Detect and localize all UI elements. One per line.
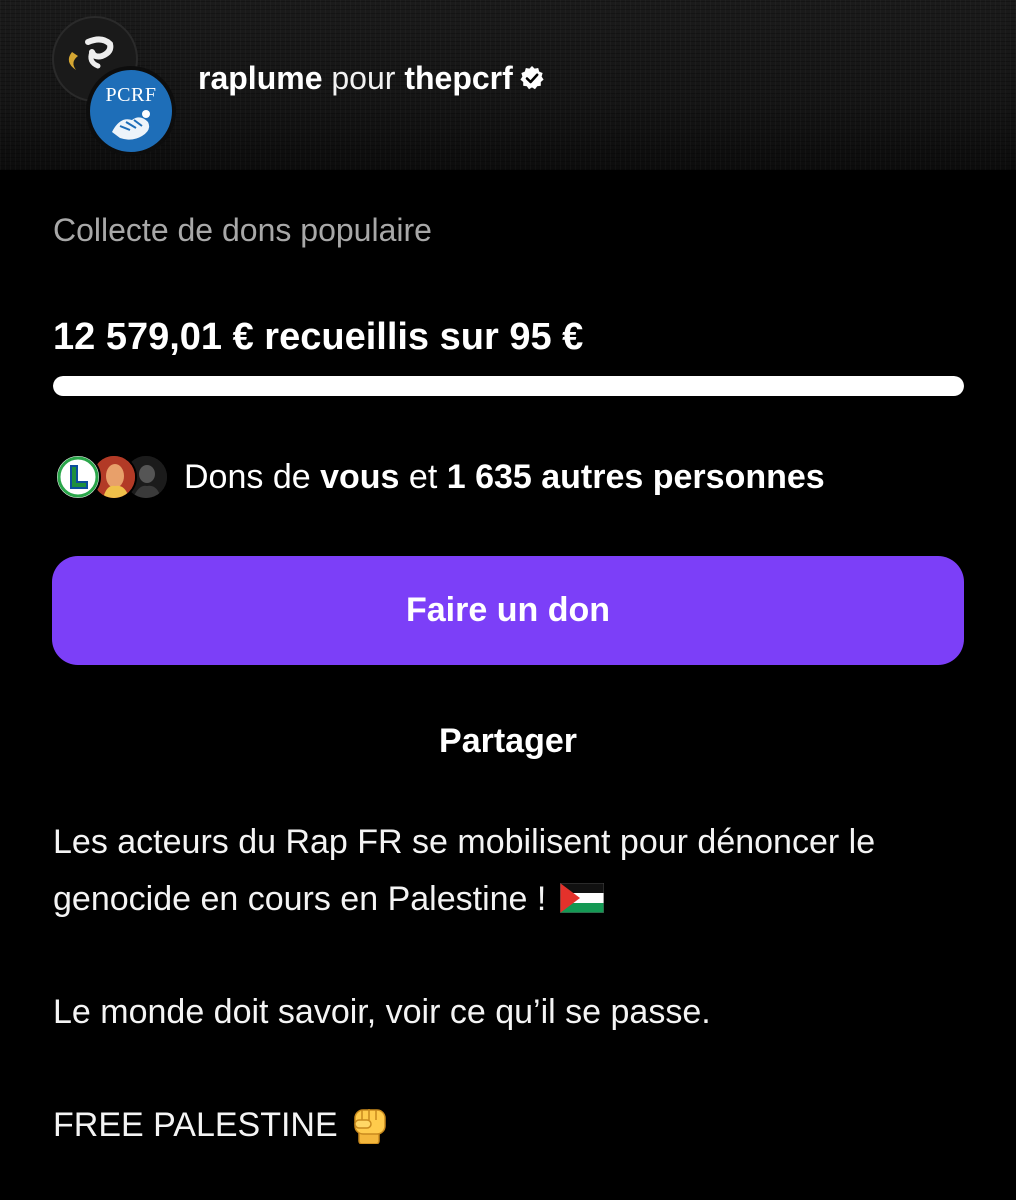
description-line-1: Les acteurs du Rap FR se mobilisent pour… (53, 823, 876, 861)
avatar-stack[interactable]: PCRF (52, 16, 177, 156)
donors-middle: et (408, 458, 438, 496)
pcrf-avatar[interactable]: PCRF (86, 66, 176, 156)
description-paragraph-2: Le monde doit savoir, voir ce qu’il se p… (53, 993, 711, 1031)
progress-bar-fill (53, 376, 964, 396)
description-paragraph-3: FREE PALESTINE (53, 1097, 390, 1154)
username-link[interactable]: raplume (198, 60, 322, 96)
description-line-2: genocide en cours en Palestine ! (53, 880, 547, 918)
post-header: PCRF raplume pour thepcrf (0, 0, 1016, 170)
organization-link[interactable]: thepcrf (404, 60, 512, 96)
amount-raised: 12 579,01 € recueillis sur 95 € (53, 316, 584, 358)
fundraiser-type-label: Collecte de dons populaire (53, 212, 432, 248)
description-paragraph-1: Les acteurs du Rap FR se mobilisent pour… (53, 814, 875, 928)
donor-avatar (55, 454, 101, 500)
donors-summary[interactable]: Dons de vous et 1 635 autres personnes (55, 452, 825, 502)
raised-fist-icon (350, 1100, 390, 1145)
palestine-flag-icon (559, 874, 605, 914)
description-line-2-wrap: genocide en cours en Palestine ! (53, 871, 875, 928)
donor-avatars[interactable] (55, 452, 170, 502)
donors-text: Dons de vous et 1 635 autres personnes (184, 453, 825, 501)
post-title: raplume pour thepcrf (198, 56, 545, 100)
share-button[interactable]: Partager (0, 717, 1016, 765)
verified-badge-icon (519, 58, 545, 90)
donate-button[interactable]: Faire un don (52, 556, 964, 665)
progress-bar (53, 376, 964, 396)
donors-you: vous (320, 458, 400, 496)
donors-prefix: Dons de (184, 458, 311, 496)
description-paragraph-3-text: FREE PALESTINE (53, 1106, 338, 1144)
donors-count: 1 635 autres personnes (446, 458, 825, 496)
title-connector: pour (331, 60, 396, 96)
